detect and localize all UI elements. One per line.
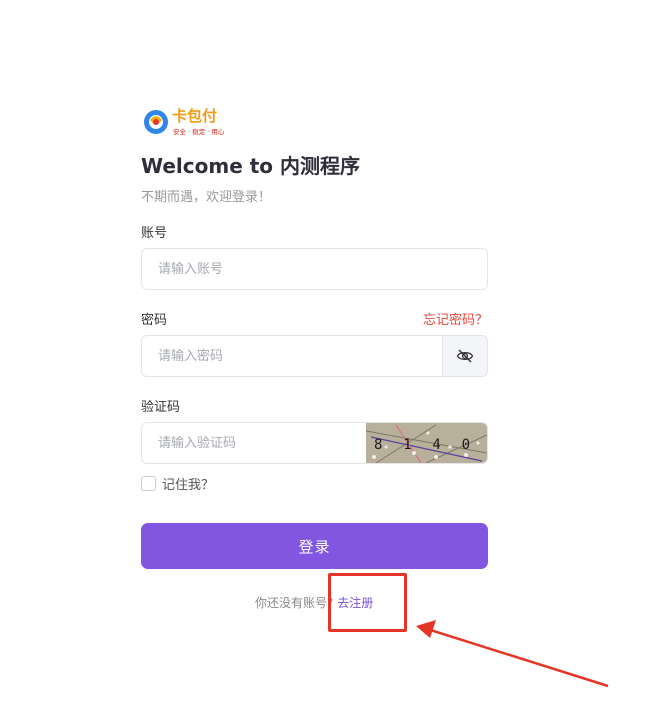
remember-checkbox[interactable] bbox=[141, 476, 156, 491]
logo-slogan: 安全 · 稳定 · 用心 bbox=[173, 127, 225, 136]
page-title: Welcome to 内测程序 bbox=[141, 154, 360, 178]
password-field-wrapper bbox=[141, 335, 488, 377]
captcha-image[interactable]: 8 1 4 0 bbox=[365, 423, 487, 463]
password-label: 密码 bbox=[141, 313, 168, 328]
eye-off-icon bbox=[456, 349, 474, 363]
logo-swirl-icon bbox=[144, 110, 168, 134]
register-prompt: 你还没有账号? bbox=[255, 596, 334, 610]
captcha-input[interactable] bbox=[142, 423, 366, 463]
password-visibility-toggle[interactable] bbox=[442, 336, 487, 376]
login-button[interactable]: 登录 bbox=[141, 523, 488, 569]
account-input[interactable] bbox=[142, 249, 487, 289]
captcha-label: 验证码 bbox=[141, 400, 181, 415]
forgot-password-link[interactable]: 忘记密码？ bbox=[423, 309, 488, 328]
annotation-highlight-box bbox=[328, 573, 407, 632]
remember-me[interactable]: 记住我？ bbox=[141, 474, 214, 493]
brand-logo: 卡包付 安全 · 稳定 · 用心 bbox=[142, 104, 238, 140]
remember-label: 记住我？ bbox=[162, 478, 215, 493]
captcha-field-wrapper: 8 1 4 0 bbox=[141, 422, 488, 464]
password-input[interactable] bbox=[142, 336, 442, 376]
account-label: 账号 bbox=[141, 226, 168, 241]
account-field-wrapper bbox=[141, 248, 488, 290]
page-subtitle: 不期而遇，欢迎登录！ bbox=[141, 190, 272, 205]
logo-brand-text: 卡包付 bbox=[172, 107, 217, 125]
